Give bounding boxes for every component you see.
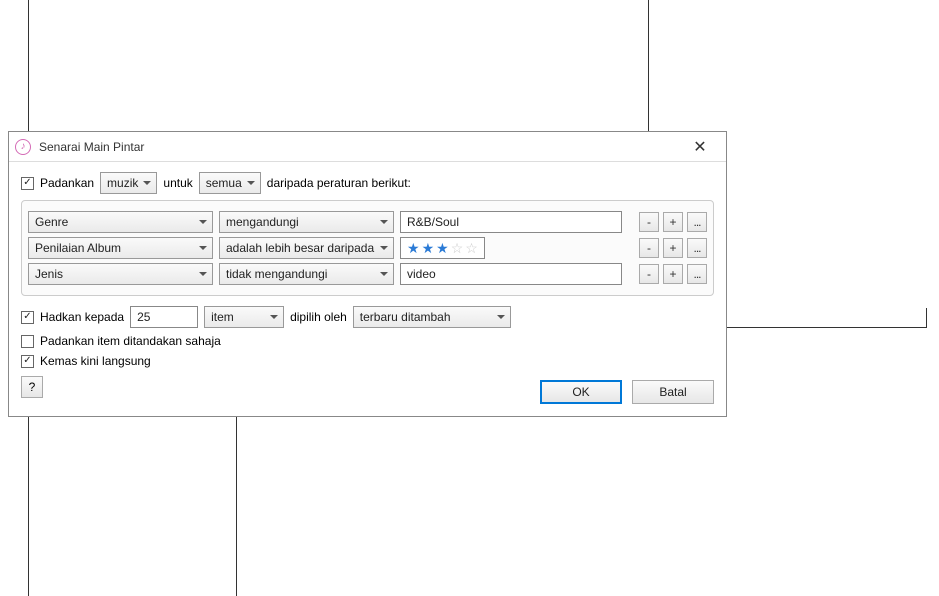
rule-row: Genre mengandungi R&B/Soul - + ... bbox=[28, 211, 707, 233]
dialog-footer: OK Batal bbox=[21, 380, 714, 404]
limit-unit-select[interactable]: item bbox=[204, 306, 284, 328]
rule-field-select[interactable]: Genre bbox=[28, 211, 213, 233]
rule-value-input[interactable]: video bbox=[400, 263, 622, 285]
rule-value-input[interactable]: R&B/Soul bbox=[400, 211, 622, 233]
live-update-checkbox[interactable] bbox=[21, 355, 34, 368]
star-icon: ☆ bbox=[451, 240, 464, 257]
close-button[interactable]: ✕ bbox=[680, 137, 720, 157]
remove-rule-button[interactable]: - bbox=[639, 238, 659, 258]
cancel-button[interactable]: Batal bbox=[632, 380, 714, 404]
ok-button[interactable]: OK bbox=[540, 380, 622, 404]
star-icon: ★ bbox=[407, 240, 420, 257]
add-rule-button[interactable]: + bbox=[663, 238, 683, 258]
titlebar: Senarai Main Pintar ✕ bbox=[9, 132, 726, 162]
rule-operator-select[interactable]: mengandungi bbox=[219, 211, 394, 233]
more-rule-button[interactable]: ... bbox=[687, 212, 707, 232]
match-checkbox[interactable] bbox=[21, 177, 34, 190]
more-rule-button[interactable]: ... bbox=[687, 264, 707, 284]
rule-operator-select[interactable]: tidak mengandungi bbox=[219, 263, 394, 285]
smart-playlist-dialog: Senarai Main Pintar ✕ Padankan muzik unt… bbox=[8, 131, 727, 417]
rule-operator-select[interactable]: adalah lebih besar daripada bbox=[219, 237, 394, 259]
limit-checkbox[interactable] bbox=[21, 311, 34, 324]
limit-by-label: dipilih oleh bbox=[290, 310, 347, 324]
rule-field-select[interactable]: Penilaian Album bbox=[28, 237, 213, 259]
match-checked-only-label: Padankan item ditandakan sahaja bbox=[40, 334, 221, 348]
star-icon: ★ bbox=[422, 240, 435, 257]
remove-rule-button[interactable]: - bbox=[639, 212, 659, 232]
limit-value-input[interactable]: 25 bbox=[130, 306, 198, 328]
music-app-icon bbox=[15, 139, 31, 155]
limit-by-select[interactable]: terbaru ditambah bbox=[353, 306, 511, 328]
star-icon: ☆ bbox=[465, 240, 478, 257]
live-update-label: Kemas kini langsung bbox=[40, 354, 151, 368]
add-rule-button[interactable]: + bbox=[663, 264, 683, 284]
match-scope-select[interactable]: semua bbox=[199, 172, 261, 194]
help-button[interactable]: ? bbox=[21, 376, 43, 398]
more-rule-button[interactable]: ... bbox=[687, 238, 707, 258]
dialog-title: Senarai Main Pintar bbox=[39, 140, 144, 154]
rule-row: Penilaian Album adalah lebih besar darip… bbox=[28, 237, 707, 259]
match-checked-only-checkbox[interactable] bbox=[21, 335, 34, 348]
rules-container: Genre mengandungi R&B/Soul - + ... Penil… bbox=[21, 200, 714, 296]
match-type-select[interactable]: muzik bbox=[100, 172, 157, 194]
match-rule-row: Padankan muzik untuk semua daripada pera… bbox=[21, 172, 714, 194]
rule-row: Jenis tidak mengandungi video - + ... bbox=[28, 263, 707, 285]
limit-label: Hadkan kepada bbox=[40, 310, 124, 324]
match-label: Padankan bbox=[40, 176, 94, 190]
star-icon: ★ bbox=[436, 240, 449, 257]
rule-field-select[interactable]: Jenis bbox=[28, 263, 213, 285]
add-rule-button[interactable]: + bbox=[663, 212, 683, 232]
rule-value-stars[interactable]: ★ ★ ★ ☆ ☆ bbox=[400, 237, 485, 259]
match-suffix: daripada peraturan berikut: bbox=[267, 176, 411, 190]
remove-rule-button[interactable]: - bbox=[639, 264, 659, 284]
match-conj: untuk bbox=[163, 176, 192, 190]
